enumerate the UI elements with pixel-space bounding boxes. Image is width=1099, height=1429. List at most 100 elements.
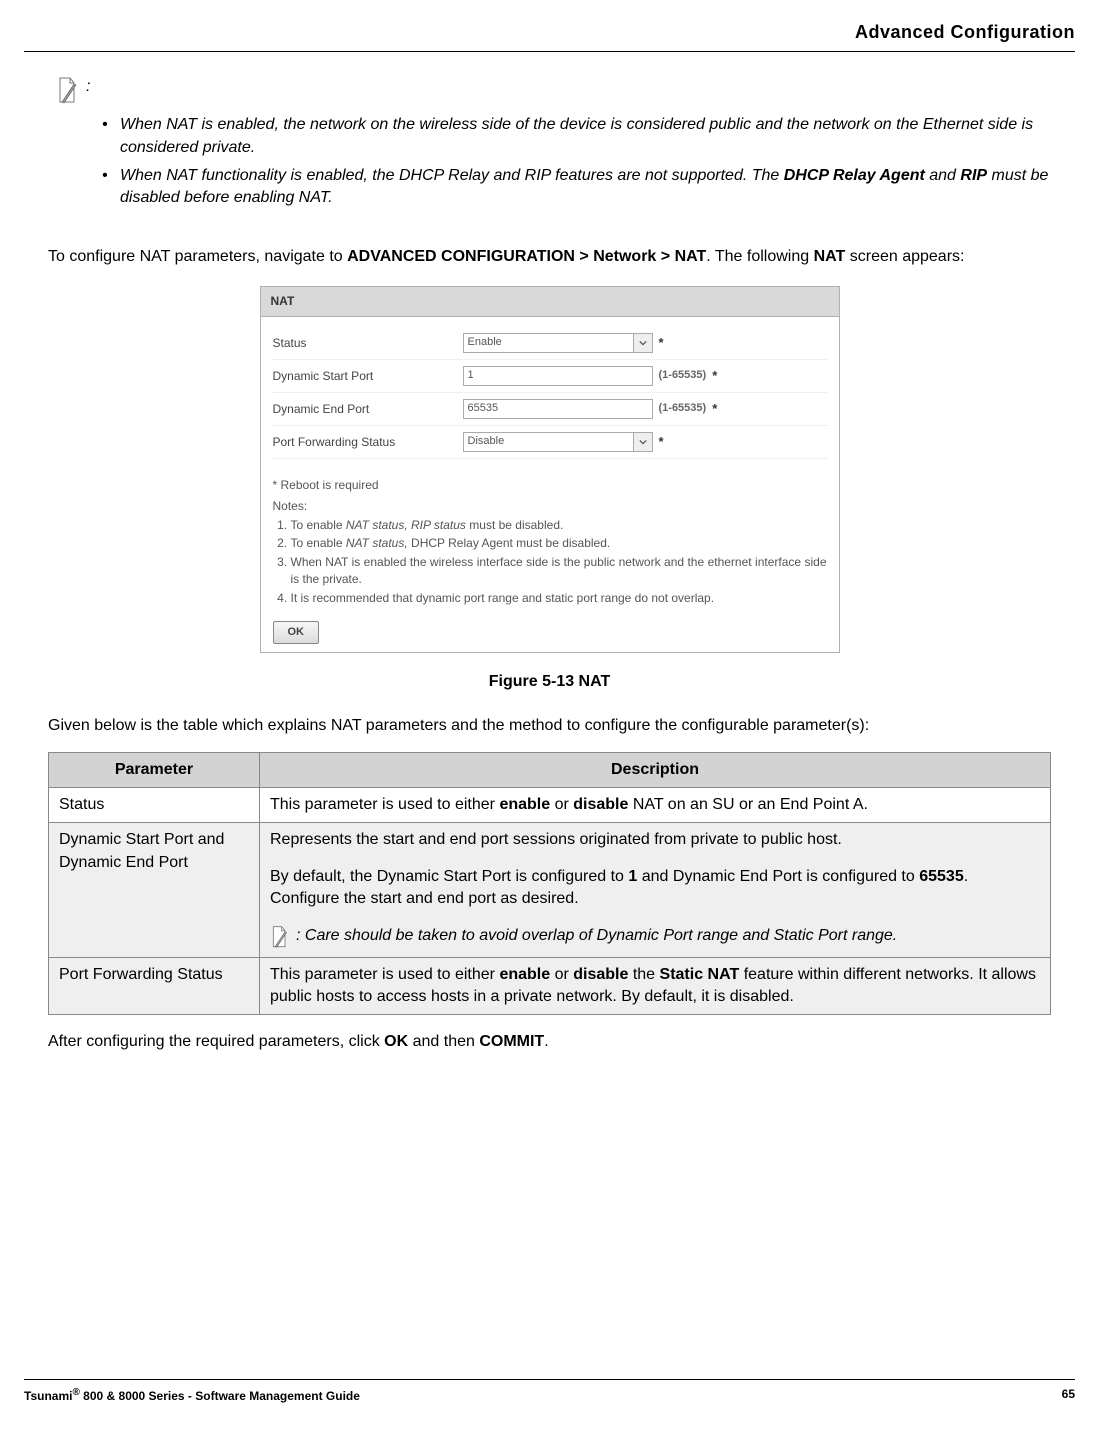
notes-label: Notes: <box>273 498 827 515</box>
note-text: Care should be taken to avoid overlap of… <box>305 927 897 944</box>
text: After configuring the required parameter… <box>48 1033 384 1050</box>
bold-text: Static NAT <box>660 966 740 983</box>
panel-body: Status Enable * Dynamic Start Port 1 (1-… <box>261 317 839 652</box>
field-label: Dynamic Start Port <box>273 368 463 385</box>
text: This parameter is used to either <box>270 966 499 983</box>
bold-text: RIP <box>960 167 987 184</box>
text: NAT on an SU or an End Point A. <box>628 796 868 813</box>
form-row-dynamic-end: Dynamic End Port 65535 (1-65535) * <box>273 393 827 426</box>
text: Represents the start and end port sessio… <box>270 829 1040 851</box>
table-row: Port Forwarding Status This parameter is… <box>49 957 1051 1015</box>
panel-title: NAT <box>261 287 839 317</box>
note-block-top: : <box>56 76 1075 106</box>
select-value: Disable <box>468 434 505 449</box>
bold-text: 65535 <box>919 868 964 885</box>
inline-note: : Care should be taken to avoid overlap … <box>270 925 1040 951</box>
range-hint: (1-65535) <box>659 401 707 416</box>
note-colon: : <box>86 76 90 98</box>
text: screen appears: <box>845 248 964 265</box>
dynamic-start-input[interactable]: 1 <box>463 366 653 386</box>
text: or <box>550 966 573 983</box>
text: DHCP Relay Agent must be disabled. <box>408 536 611 550</box>
dynamic-end-input[interactable]: 65535 <box>463 399 653 419</box>
text: and Dynamic End Port is configured to <box>637 868 919 885</box>
header-rule <box>24 51 1075 52</box>
text: the <box>628 966 659 983</box>
param-cell: Port Forwarding Status <box>49 957 260 1015</box>
bold-text: COMMIT <box>479 1033 544 1050</box>
form-row-dynamic-start: Dynamic Start Port 1 (1-65535) * <box>273 360 827 393</box>
note-bullet-item: When NAT is enabled, the network on the … <box>102 114 1075 159</box>
nav-instruction: To configure NAT parameters, navigate to… <box>48 246 1051 268</box>
table-header-description: Description <box>260 752 1051 787</box>
panel-note-item: To enable NAT status, RIP status must be… <box>291 517 827 534</box>
bold-text: DHCP Relay Agent <box>784 167 925 184</box>
reboot-required-note: * Reboot is required <box>273 477 827 494</box>
italic-text: NAT status, <box>346 536 408 550</box>
panel-note-item: When NAT is enabled the wireless interfa… <box>291 554 827 588</box>
panel-note-item: To enable NAT status, DHCP Relay Agent m… <box>291 535 827 552</box>
breadcrumb-path: ADVANCED CONFIGURATION > Network > NAT <box>347 248 706 265</box>
text: or <box>550 796 573 813</box>
page-number: 65 <box>1062 1386 1075 1405</box>
form-row-port-forwarding: Port Forwarding Status Disable * <box>273 426 827 459</box>
text: This parameter is used to either <box>270 796 499 813</box>
after-table-instruction: After configuring the required parameter… <box>48 1031 1051 1053</box>
bold-text: enable <box>499 796 550 813</box>
text: To configure NAT parameters, navigate to <box>48 248 347 265</box>
text: must be disabled. <box>466 518 563 532</box>
desc-cell: Represents the start and end port sessio… <box>260 823 1051 957</box>
bold-text: disable <box>573 796 628 813</box>
input-value: 1 <box>468 368 474 383</box>
nat-config-panel: NAT Status Enable * Dynamic Start Port <box>260 286 840 653</box>
field-label: Dynamic End Port <box>273 401 463 418</box>
footer-rule <box>24 1379 1075 1380</box>
note-pencil-icon <box>270 925 290 951</box>
table-row: Status This parameter is used to either … <box>49 788 1051 823</box>
range-hint: (1-65535) <box>659 368 707 383</box>
page-header-title: Advanced Configuration <box>24 20 1075 45</box>
text: By default, the Dynamic Start Port is co… <box>270 868 628 885</box>
chevron-down-icon <box>633 334 652 352</box>
panel-note-item: It is recommended that dynamic port rang… <box>291 590 827 607</box>
port-forwarding-select[interactable]: Disable <box>463 432 653 452</box>
italic-text: NAT status, RIP status <box>346 518 466 532</box>
param-cell: Dynamic Start Port and Dynamic End Port <box>49 823 260 957</box>
registered-mark: ® <box>72 1387 79 1398</box>
chevron-down-icon <box>633 433 652 451</box>
field-label: Status <box>273 335 463 352</box>
bold-text: disable <box>573 966 628 983</box>
field-label: Port Forwarding Status <box>273 434 463 451</box>
form-row-status: Status Enable * <box>273 327 827 360</box>
param-cell: Status <box>49 788 260 823</box>
required-asterisk: * <box>712 367 717 385</box>
footer-left: Tsunami® 800 & 8000 Series - Software Ma… <box>24 1386 360 1405</box>
desc-cell: This parameter is used to either enable … <box>260 788 1051 823</box>
bold-text: NAT <box>814 248 846 265</box>
page-footer: Tsunami® 800 & 8000 Series - Software Ma… <box>24 1379 1075 1405</box>
status-select[interactable]: Enable <box>463 333 653 353</box>
text: 800 & 8000 Series - Software Management … <box>80 1389 360 1403</box>
bullet-text: When NAT functionality is enabled, the D… <box>120 167 784 184</box>
bullet-text: and <box>925 167 961 184</box>
parameter-table: Parameter Description Status This parame… <box>48 752 1051 1016</box>
table-intro: Given below is the table which explains … <box>48 715 1051 737</box>
note-bullet-list: When NAT is enabled, the network on the … <box>102 114 1075 210</box>
text: To enable <box>291 536 346 550</box>
text: . <box>544 1033 548 1050</box>
select-value: Enable <box>468 335 502 350</box>
bold-text: OK <box>384 1033 408 1050</box>
panel-notes-list: To enable NAT status, RIP status must be… <box>273 517 827 607</box>
bold-text: 1 <box>628 868 637 885</box>
note-bullet-item: When NAT functionality is enabled, the D… <box>102 165 1075 210</box>
required-asterisk: * <box>659 433 664 451</box>
ok-button[interactable]: OK <box>273 621 320 644</box>
figure-caption: Figure 5-13 NAT <box>24 671 1075 693</box>
text: . The following <box>706 248 813 265</box>
required-asterisk: * <box>659 334 664 352</box>
desc-cell: This parameter is used to either enable … <box>260 957 1051 1015</box>
note-colon: : <box>296 927 305 944</box>
text-block: By default, the Dynamic Start Port is co… <box>270 866 1040 911</box>
required-asterisk: * <box>712 400 717 418</box>
note-pencil-icon <box>56 76 80 106</box>
